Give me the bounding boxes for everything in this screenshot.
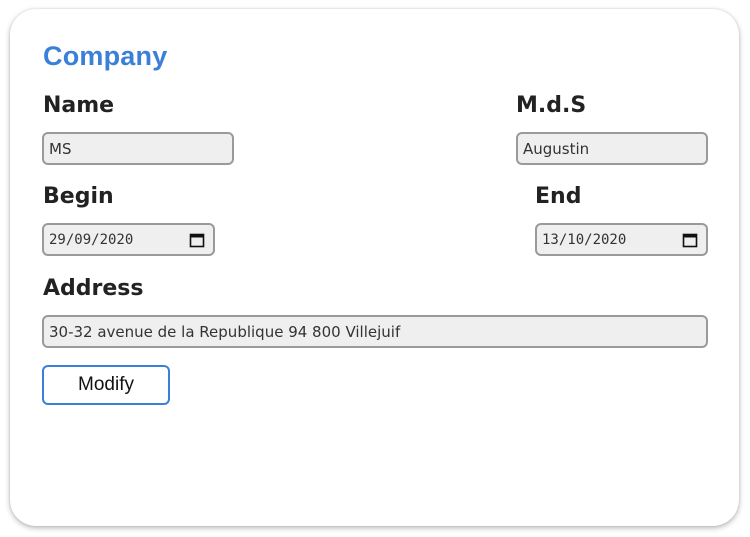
begin-date-value: 29/09/2020 bbox=[49, 231, 134, 248]
begin-label: Begin bbox=[43, 184, 114, 209]
company-card: Company Name MS M.d.S Augustin Begin 29/… bbox=[10, 9, 739, 526]
mds-field[interactable]: Augustin bbox=[516, 132, 708, 165]
name-label: Name bbox=[43, 93, 115, 118]
modify-button[interactable]: Modify bbox=[42, 365, 170, 405]
address-label: Address bbox=[43, 276, 144, 301]
calendar-icon[interactable] bbox=[189, 232, 205, 248]
address-value: 30-32 avenue de la Republique 94 800 Vil… bbox=[49, 322, 401, 341]
mds-value: Augustin bbox=[523, 139, 590, 158]
end-date-field[interactable]: 13/10/2020 bbox=[535, 223, 708, 256]
address-field[interactable]: 30-32 avenue de la Republique 94 800 Vil… bbox=[42, 315, 708, 348]
calendar-icon[interactable] bbox=[682, 232, 698, 248]
end-date-value: 13/10/2020 bbox=[542, 231, 627, 248]
name-value: MS bbox=[49, 139, 72, 158]
begin-date-field[interactable]: 29/09/2020 bbox=[42, 223, 215, 256]
end-label: End bbox=[535, 184, 582, 209]
card-title: Company bbox=[43, 41, 168, 71]
mds-label: M.d.S bbox=[516, 93, 587, 118]
name-field[interactable]: MS bbox=[42, 132, 234, 165]
